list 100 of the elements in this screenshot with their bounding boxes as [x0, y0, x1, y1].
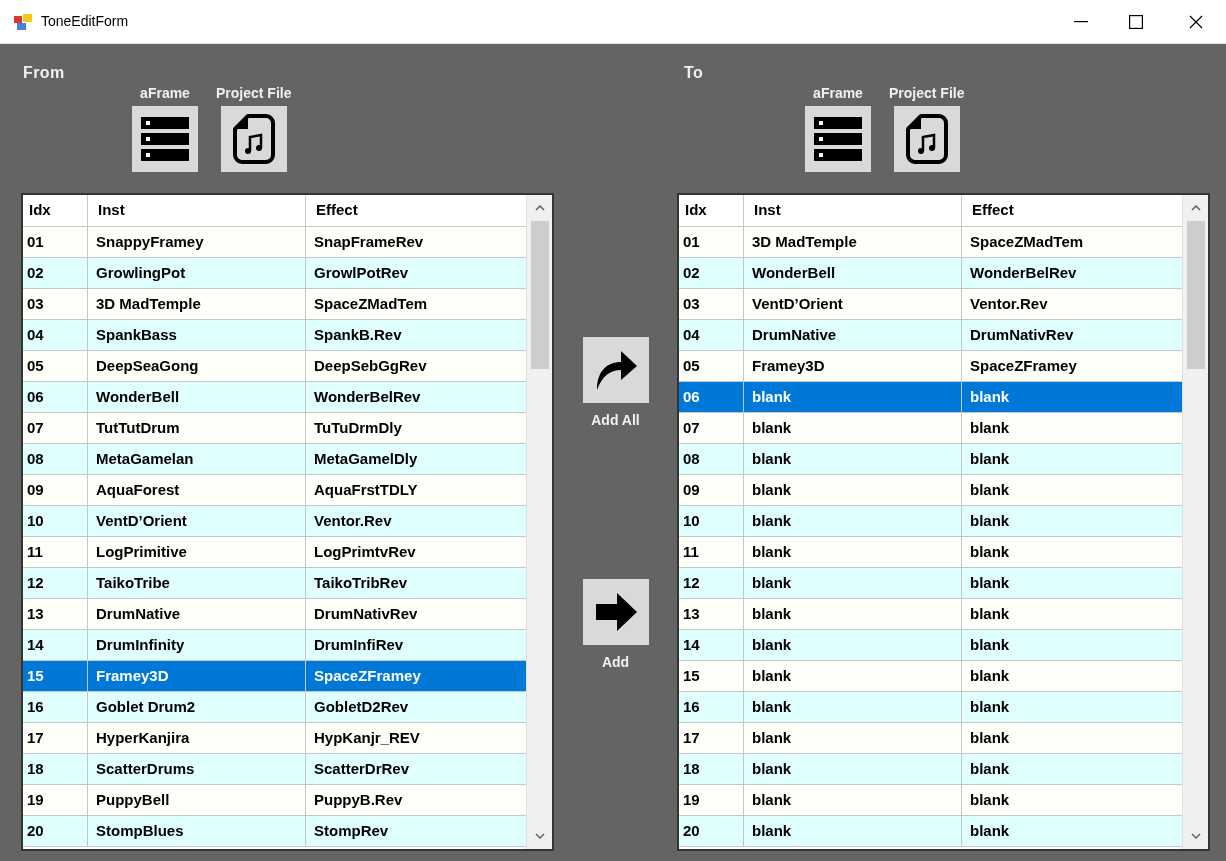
- table-cell-text: 18: [26, 758, 45, 779]
- table-row[interactable]: 10 VentD’Orient Ventor.Rev: [23, 506, 526, 537]
- scroll-thumb[interactable]: [530, 221, 549, 369]
- table-cell-text: 15: [26, 665, 45, 686]
- table-cell: DrumNative: [87, 599, 305, 629]
- scroll-thumb[interactable]: [1186, 221, 1205, 369]
- table-cell: Goblet Drum2: [87, 692, 305, 722]
- table-row[interactable]: 01 SnappyFramey SnapFrameRev: [23, 227, 526, 258]
- table-row[interactable]: 06 WonderBell WonderBelRev: [23, 382, 526, 413]
- table-row[interactable]: 03 VentD’Orient Ventor.Rev: [679, 289, 1182, 320]
- scroll-down-icon[interactable]: [1190, 833, 1201, 839]
- table-row[interactable]: 04 DrumNative DrumNativRev: [679, 320, 1182, 351]
- music-file-icon: [904, 113, 949, 165]
- scroll-down-icon[interactable]: [534, 833, 545, 839]
- table-row[interactable]: 18 ScatterDrums ScatterDrRev: [23, 754, 526, 785]
- table-cell-text: 12: [682, 572, 701, 593]
- button-label: Add All: [591, 411, 640, 429]
- table-cell-text: 02: [682, 262, 701, 283]
- column-header[interactable]: Idx: [679, 195, 743, 226]
- table-cell: 3D MadTemple: [743, 227, 961, 257]
- scroll-up-icon[interactable]: [534, 205, 545, 211]
- table-row[interactable]: 18 blank blank: [679, 754, 1182, 785]
- table-row[interactable]: 17 blank blank: [679, 723, 1182, 754]
- table-row[interactable]: 16 blank blank: [679, 692, 1182, 723]
- table-cell-text: 11: [682, 541, 700, 562]
- table-cell: TaikoTribe: [87, 568, 305, 598]
- source-button[interactable]: [805, 106, 871, 172]
- table-cell: LogPrimitive: [87, 537, 305, 567]
- table-cell-text: 01: [682, 231, 701, 252]
- table-row[interactable]: 06 blank blank: [679, 382, 1182, 413]
- table-row[interactable]: 15 Framey3D SpaceZFramey: [23, 661, 526, 692]
- table-cell-text: 10: [26, 510, 45, 531]
- table-cell: MetaGamelan: [87, 444, 305, 474]
- table-row[interactable]: 14 blank blank: [679, 630, 1182, 661]
- table-row[interactable]: 19 PuppyBell PuppyB.Rev: [23, 785, 526, 816]
- table-cell-text: 17: [26, 727, 45, 748]
- table-row[interactable]: 19 blank blank: [679, 785, 1182, 816]
- table-row[interactable]: 16 Goblet Drum2 GobletD2Rev: [23, 692, 526, 723]
- table-row[interactable]: 04 SpankBass SpankB.Rev: [23, 320, 526, 351]
- table-cell: blank: [743, 754, 961, 784]
- table-cell: blank: [743, 413, 961, 443]
- table-cell-text: 06: [682, 386, 701, 407]
- table-cell: Framey3D: [743, 351, 961, 381]
- table-row[interactable]: 08 blank blank: [679, 444, 1182, 475]
- table-cell-text: 05: [682, 355, 701, 376]
- column-header[interactable]: Inst: [743, 195, 961, 226]
- table-row[interactable]: 14 DrumInfinity DrumInfiRev: [23, 630, 526, 661]
- app-icon: [14, 13, 32, 30]
- table-row[interactable]: 17 HyperKanjira HypKanjr_REV: [23, 723, 526, 754]
- table-cell: blank: [743, 692, 961, 722]
- table-cell: DeepSeaGong: [87, 351, 305, 381]
- table-cell: blank: [743, 382, 961, 412]
- table-row[interactable]: 07 blank blank: [679, 413, 1182, 444]
- table-row[interactable]: 05 Framey3D SpaceZFramey: [679, 351, 1182, 382]
- table-row[interactable]: 10 blank blank: [679, 506, 1182, 537]
- table-cell-text: 20: [682, 820, 701, 841]
- table-row[interactable]: 15 blank blank: [679, 661, 1182, 692]
- table-cell-text: 19: [26, 789, 45, 810]
- table-row[interactable]: 02 WonderBell WonderBelRev: [679, 258, 1182, 289]
- table-cell: blank: [743, 444, 961, 474]
- table-row[interactable]: 01 3D MadTemple SpaceZMadTem: [679, 227, 1182, 258]
- table-cell-text: 04: [682, 324, 701, 345]
- close-icon: [1189, 14, 1203, 29]
- table-cell-text: 13: [682, 603, 701, 624]
- table-row[interactable]: 20 StompBlues StompRev: [23, 816, 526, 847]
- source-button[interactable]: [220, 106, 287, 172]
- source-button[interactable]: [893, 106, 960, 172]
- table-row[interactable]: 07 TutTutDrum TuTuDrmDly: [23, 413, 526, 444]
- table-cell-text: 14: [682, 634, 701, 655]
- music-file-icon: [231, 113, 276, 165]
- table-row[interactable]: 02 GrowlingPot GrowlPotRev: [23, 258, 526, 289]
- table-cell: ScatterDrums: [87, 754, 305, 784]
- column-header[interactable]: Idx: [23, 195, 87, 226]
- button-label: Add: [601, 653, 630, 671]
- source-button[interactable]: [132, 106, 198, 172]
- table-row[interactable]: 03 3D MadTemple SpaceZMadTem: [23, 289, 526, 320]
- add-button[interactable]: [582, 337, 649, 403]
- table-row[interactable]: 11 LogPrimitive LogPrimtvRev: [23, 537, 526, 568]
- column-header[interactable]: Inst: [87, 195, 305, 226]
- table-cell: blank: [743, 661, 961, 691]
- table-cell: blank: [743, 475, 961, 505]
- scroll-up-icon[interactable]: [1190, 205, 1201, 211]
- table-cell: blank: [743, 723, 961, 753]
- table-row[interactable]: 12 blank blank: [679, 568, 1182, 599]
- source-label: Project File: [216, 84, 292, 102]
- add-button[interactable]: [582, 579, 649, 645]
- table-row[interactable]: 13 DrumNative DrumNativRev: [23, 599, 526, 630]
- table-cell: DrumNative: [743, 320, 961, 350]
- table-row[interactable]: 09 AquaForest AquaFrstTDLY: [23, 475, 526, 506]
- scrollbar[interactable]: [1182, 195, 1208, 849]
- table-row[interactable]: 11 blank blank: [679, 537, 1182, 568]
- maximize-icon: [1129, 14, 1143, 29]
- panel-heading: To: [684, 64, 704, 81]
- table-row[interactable]: 05 DeepSeaGong DeepSebGgRev: [23, 351, 526, 382]
- table-row[interactable]: 20 blank blank: [679, 816, 1182, 847]
- table-row[interactable]: 13 blank blank: [679, 599, 1182, 630]
- table-row[interactable]: 12 TaikoTribe TaikoTribRev: [23, 568, 526, 599]
- table-row[interactable]: 08 MetaGamelan MetaGamelDly: [23, 444, 526, 475]
- scrollbar[interactable]: [526, 195, 552, 849]
- table-row[interactable]: 09 blank blank: [679, 475, 1182, 506]
